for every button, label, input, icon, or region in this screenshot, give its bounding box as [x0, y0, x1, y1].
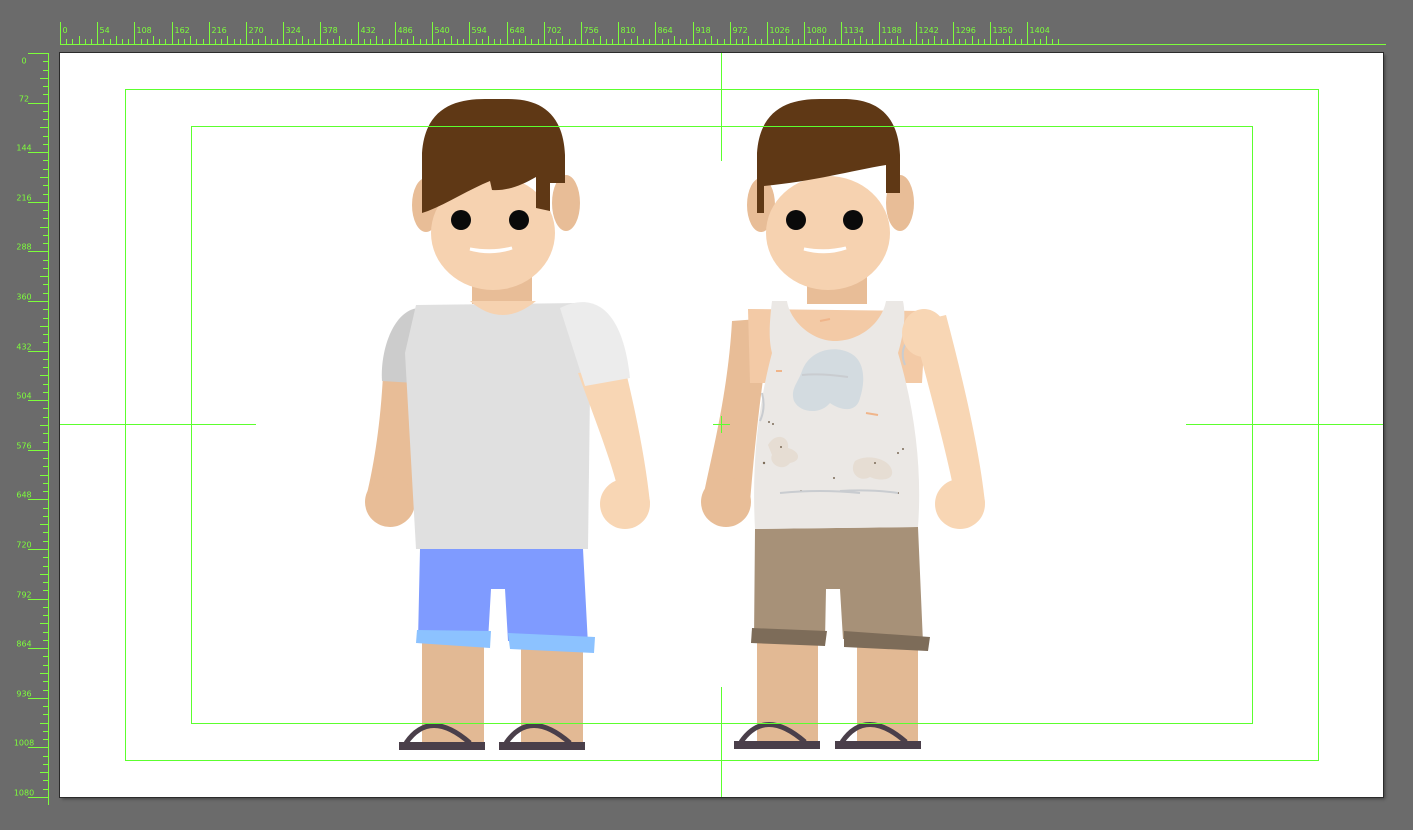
khaki-shorts [754, 527, 923, 643]
ruler-top-label: 324 [286, 26, 301, 35]
ruler-left-label: 576 [16, 442, 31, 451]
t-shirt [405, 303, 591, 549]
ruler-top-label: 1350 [993, 26, 1013, 35]
right-ear [552, 175, 580, 231]
ruler-top-label: 486 [398, 26, 413, 35]
ruler-left-label: 432 [16, 343, 31, 352]
horizontal-ruler[interactable]: 0 54 108 162 216 270 324 378 432 486 540 594 648 702 7… [0, 0, 1413, 52]
left-eye [786, 210, 806, 230]
ruler-top-label: 648 [510, 26, 525, 35]
ruler-top-label: 1188 [882, 26, 902, 35]
ruler-left-label: 504 [16, 392, 31, 401]
left-eye [451, 210, 471, 230]
ruler-top-label: 810 [621, 26, 636, 35]
ruler-top-label: 864 [658, 26, 673, 35]
ruler-top-label: 540 [435, 26, 450, 35]
artwork [60, 53, 1383, 797]
ruler-top-label: 1026 [770, 26, 790, 35]
right-hand [935, 479, 985, 529]
right-eye [509, 210, 529, 230]
ruler-left-label: 360 [16, 293, 31, 302]
left-hand [701, 477, 751, 527]
left-hand [365, 477, 415, 527]
ruler-left-label: 1008 [14, 739, 34, 748]
ruler-left-label: 936 [16, 690, 31, 699]
ruler-top-label: 918 [696, 26, 711, 35]
ruler-top-label: 756 [584, 26, 599, 35]
ruler-top-label: 378 [323, 26, 338, 35]
ruler-left-label: 648 [16, 491, 31, 500]
ruler-top-label: 594 [472, 26, 487, 35]
ruler-left-label: 720 [16, 541, 31, 550]
face [766, 176, 890, 290]
ruler-top-label: 972 [733, 26, 748, 35]
ruler-left-label: 216 [16, 194, 31, 203]
ruler-left-label: 72 [19, 95, 29, 104]
ruler-top-label: 54 [100, 26, 110, 35]
ruler-left-label: 1080 [14, 789, 34, 798]
ruler-left-label: 144 [16, 144, 31, 153]
ruler-top-label: 1404 [1030, 26, 1050, 35]
ruler-top-label: 108 [137, 26, 152, 35]
right-hand [600, 479, 650, 529]
ruler-top-label: 432 [361, 26, 376, 35]
ruler-top-label: 702 [547, 26, 562, 35]
right-shoulder [902, 309, 946, 357]
ruler-left-label: 864 [16, 640, 31, 649]
vertical-ruler[interactable]: 0 72 144 216 288 360 432 504 576 648 720 792 864 936 1… [0, 0, 60, 830]
left-shorts-cuff [751, 628, 827, 646]
ruler-top-label: 0 [63, 26, 68, 35]
ruler-top-label: 1080 [807, 26, 827, 35]
artboard-canvas[interactable] [60, 53, 1383, 797]
character-dirty-boy[interactable] [701, 99, 985, 749]
ruler-left-label: 792 [16, 591, 31, 600]
ruler-top-label: 270 [249, 26, 264, 35]
character-clean-boy[interactable] [365, 99, 650, 750]
right-eye [843, 210, 863, 230]
ruler-top-label: 162 [175, 26, 190, 35]
safe-area-guides[interactable] [60, 53, 1383, 797]
ruler-top-label: 1134 [844, 26, 864, 35]
ruler-top-label: 216 [212, 26, 227, 35]
ruler-top-label: 1242 [919, 26, 939, 35]
ruler-top-label: 1296 [956, 26, 976, 35]
ruler-left-label: 288 [16, 243, 31, 252]
ruler-left-label: 0 [21, 57, 26, 66]
